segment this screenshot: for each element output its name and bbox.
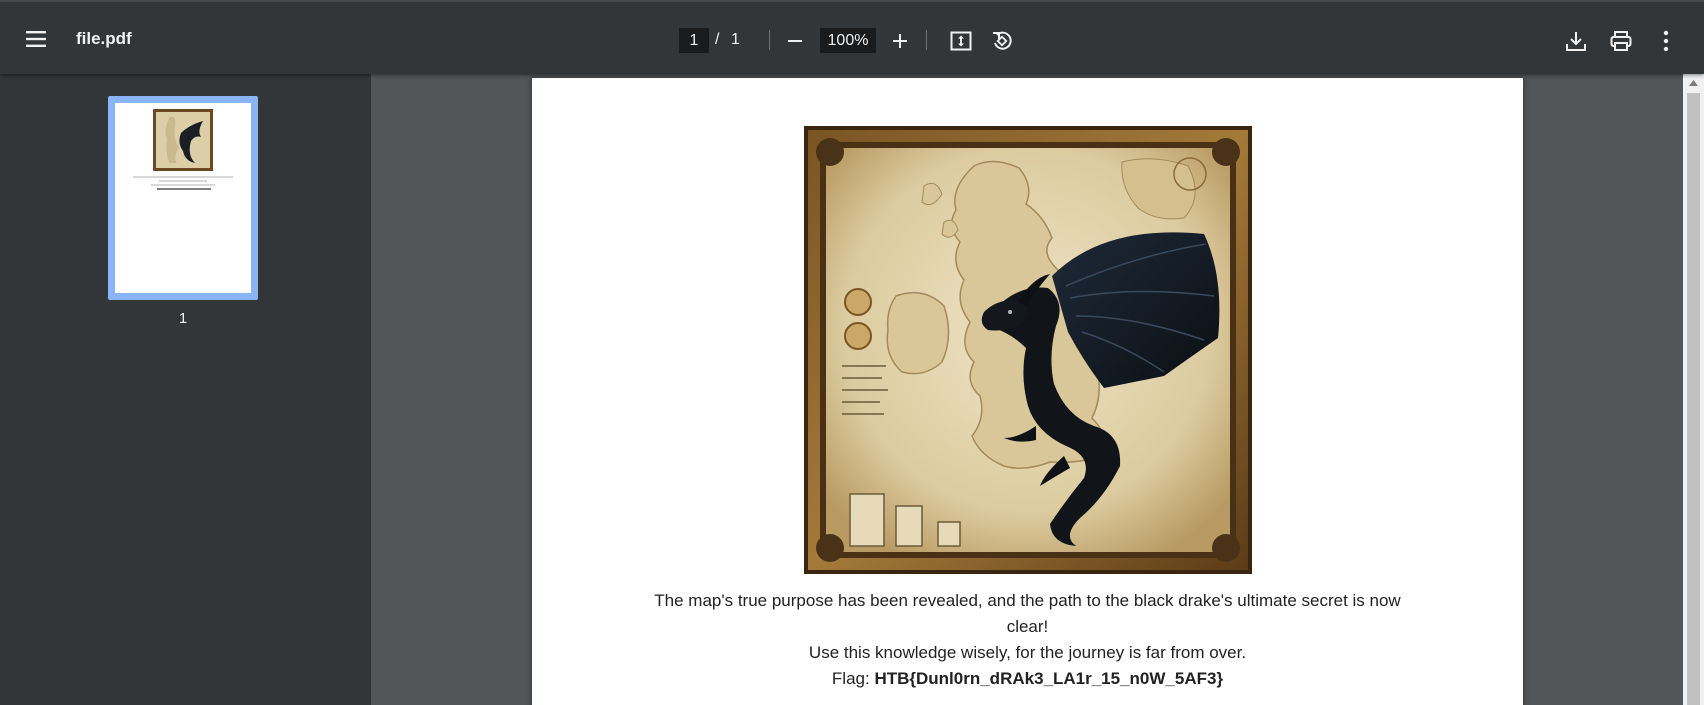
thumbnail-page-preview xyxy=(115,103,251,293)
flag-label: Flag: xyxy=(831,669,875,688)
more-options-button[interactable] xyxy=(1648,23,1684,59)
zoom-out-button[interactable] xyxy=(777,23,813,59)
rotate-button[interactable] xyxy=(984,23,1020,59)
caption-knowledge: Use this knowledge wisely, for the journ… xyxy=(808,643,1247,662)
scroll-up-arrow-icon xyxy=(1689,79,1698,86)
zoom-in-button[interactable] xyxy=(882,23,918,59)
caption-revealed: The map's true purpose has been revealed… xyxy=(654,591,1401,636)
file-title: file.pdf xyxy=(76,29,132,48)
menu-button[interactable] xyxy=(18,21,54,57)
zoom-input[interactable]: 100% xyxy=(820,28,876,53)
flag-value: HTB{Dunl0rn_dRAk3_LA1r_15_n0W_5AF3} xyxy=(874,669,1224,688)
document-viewer: The map's true purpose has been revealed… xyxy=(371,74,1683,705)
pdf-toolbar: file.pdf 1 / 1 100% xyxy=(0,0,1704,74)
rotate-icon xyxy=(993,31,1012,50)
scroll-up-button[interactable] xyxy=(1683,74,1704,91)
menu-icon xyxy=(26,31,46,47)
flag-line: Flag: HTB{Dunl0rn_dRAk3_LA1r_15_n0W_5AF3… xyxy=(652,666,1403,692)
toolbar-divider xyxy=(769,30,770,50)
more-vert-icon xyxy=(1663,30,1669,52)
thumbnail-sidebar: 1 xyxy=(0,74,371,705)
thumbnail-page-number: 1 xyxy=(178,310,188,327)
toolbar-divider xyxy=(926,30,927,50)
download-button[interactable] xyxy=(1558,23,1594,59)
scrollbar-thumb[interactable] xyxy=(1687,93,1700,705)
print-button[interactable] xyxy=(1603,23,1639,59)
dragon-map-image xyxy=(804,126,1252,574)
thumbnail-map-image xyxy=(133,109,233,190)
vertical-scrollbar[interactable] xyxy=(1683,74,1704,705)
zoom-in-icon xyxy=(893,34,907,48)
fit-page-icon xyxy=(950,31,972,51)
page-total: 1 xyxy=(731,31,740,48)
page-thumbnail[interactable] xyxy=(108,96,258,300)
print-icon xyxy=(1610,31,1632,51)
page-separator: / xyxy=(715,31,720,48)
page-number-input[interactable]: 1 xyxy=(679,28,709,53)
fit-to-page-button[interactable] xyxy=(943,23,979,59)
zoom-out-icon xyxy=(788,40,802,42)
pdf-page: The map's true purpose has been revealed… xyxy=(532,78,1523,705)
download-icon xyxy=(1566,32,1586,51)
